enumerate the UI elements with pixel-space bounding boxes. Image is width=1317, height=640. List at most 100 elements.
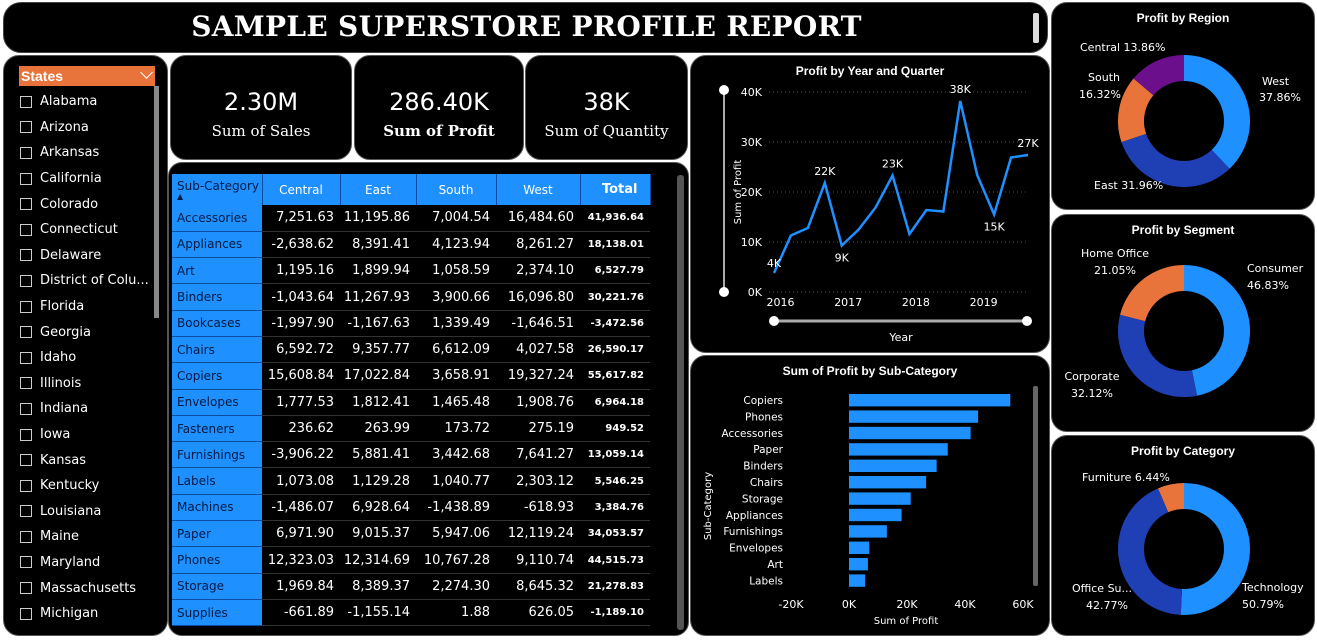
slice-label: 50.79% (1242, 598, 1284, 611)
column-header[interactable]: East (340, 174, 417, 205)
checkbox[interactable] (20, 95, 32, 108)
table-row[interactable]: Supplies -661.89 -1,155.14 1.88 626.05 -1,189… (172, 599, 650, 627)
slicer-item[interactable]: Idaho (20, 345, 155, 371)
data-label: 22K (814, 165, 836, 178)
slicer-item[interactable]: Arizona (20, 115, 155, 141)
slice-label: Office Su... (1072, 582, 1132, 595)
table-row[interactable]: Storage 1,969.84 8,389.37 2,274.30 8,645.32 2… (172, 573, 650, 600)
bar[interactable] (849, 410, 979, 423)
slicer-header[interactable]: States (19, 66, 155, 86)
chevron-down-icon[interactable] (140, 66, 153, 79)
column-header[interactable]: Total (580, 174, 651, 205)
checkbox[interactable] (20, 530, 32, 543)
checkbox[interactable] (20, 377, 32, 390)
table-row[interactable]: Chairs 6,592.72 9,357.77 6,612.09 4,027.58 26… (172, 336, 650, 364)
checkbox[interactable] (20, 607, 32, 620)
slicer-item[interactable]: Massachusetts (20, 575, 155, 601)
slicer-item[interactable]: District of Colu... (20, 268, 155, 294)
slicer-item[interactable]: Alabama (20, 89, 155, 115)
checkbox[interactable] (20, 505, 32, 518)
checkbox[interactable] (20, 121, 32, 134)
bar[interactable] (849, 558, 868, 571)
checkbox[interactable] (20, 249, 32, 262)
bar[interactable] (849, 426, 971, 440)
table-row[interactable]: Labels 1,073.08 1,129.28 1,040.77 2,303.12 5,… (172, 467, 650, 495)
slider-handle[interactable] (719, 287, 729, 297)
table-row[interactable]: Fasteners 236.62 263.99 173.72 275.19 949.52 (172, 415, 650, 443)
donut-slice[interactable] (1118, 314, 1198, 397)
donut-slice[interactable] (1184, 265, 1250, 396)
table-cell: -1,167.63 (340, 310, 416, 337)
slicer-item[interactable]: Illinois (20, 371, 155, 397)
bar[interactable] (849, 508, 902, 522)
slicer-item[interactable]: Maine (20, 524, 155, 550)
checkbox[interactable] (20, 454, 32, 467)
bar[interactable] (849, 541, 870, 554)
table-row[interactable]: Appliances -2,638.62 8,391.41 4,123.94 8,261… (172, 231, 650, 259)
table-row[interactable]: Envelopes 1,777.53 1,812.41 1,465.48 1,908.7… (172, 389, 650, 416)
column-header[interactable]: Central (262, 174, 341, 205)
slicer-item[interactable]: Kentucky (20, 473, 155, 499)
checkbox[interactable] (20, 326, 32, 339)
checkbox[interactable] (20, 274, 32, 287)
donut-slice[interactable] (1184, 55, 1250, 169)
slicer-item[interactable]: Colorado (20, 191, 155, 217)
slider-handle[interactable] (1022, 316, 1032, 326)
slider-handle[interactable] (719, 85, 729, 95)
slider-handle[interactable] (769, 316, 779, 326)
checkbox[interactable] (20, 146, 32, 159)
slicer-scrollbar[interactable] (154, 86, 159, 318)
table-row[interactable]: Paper 6,971.90 9,015.37 5,947.06 12,119.24 34… (172, 520, 650, 548)
table-row[interactable]: Binders -1,043.64 11,267.93 3,900.66 16,096.… (172, 283, 650, 311)
slicer-item[interactable]: Michigan (20, 601, 155, 627)
bar[interactable] (849, 443, 948, 456)
table-row[interactable]: Accessories 7,251.63 11,195.86 7,004.54 16,4… (172, 205, 650, 232)
bar[interactable] (849, 574, 866, 587)
column-header[interactable]: South (416, 174, 497, 205)
checkbox[interactable] (20, 223, 32, 236)
table-row[interactable]: Bookcases -1,997.90 -1,167.63 1,339.49 -1,64… (172, 310, 650, 337)
slicer-item[interactable]: Maryland (20, 550, 155, 576)
sort-arrow-icon[interactable]: ▲ (177, 192, 262, 201)
checkbox[interactable] (20, 582, 32, 595)
checkbox[interactable] (20, 172, 32, 185)
column-header[interactable]: Sub-Category ▲ (172, 174, 263, 205)
bar[interactable] (849, 525, 887, 538)
y-tick-label: Accessories (721, 428, 783, 440)
table-row[interactable]: Art 1,195.16 1,899.94 1,058.59 2,374.10 6,527… (172, 257, 650, 285)
slicer-item[interactable]: California (20, 166, 155, 192)
scroll-grip[interactable] (1033, 13, 1039, 43)
checkbox[interactable] (20, 198, 32, 211)
table-scrollbar[interactable] (677, 175, 684, 630)
checkbox[interactable] (20, 402, 32, 415)
slicer-item[interactable]: Georgia (20, 319, 155, 345)
table-row[interactable]: Machines -1,486.07 6,928.64 -1,438.89 -618.9… (172, 494, 650, 522)
slicer-item[interactable]: Kansas (20, 447, 155, 473)
checkbox[interactable] (20, 300, 32, 313)
slicer-item[interactable]: Louisiana (20, 499, 155, 525)
bar[interactable] (849, 476, 927, 489)
bar[interactable] (849, 459, 937, 472)
slicer-item[interactable]: Iowa (20, 422, 155, 448)
column-header[interactable]: West (496, 174, 581, 205)
bar[interactable] (849, 492, 911, 505)
checkbox[interactable] (20, 351, 32, 364)
slicer-item[interactable]: Florida (20, 294, 155, 320)
slicer-item[interactable]: Arkansas (20, 140, 155, 166)
slicer-item[interactable]: Indiana (20, 396, 155, 422)
table-row[interactable]: Copiers 15,608.84 17,022.84 3,658.91 19,327.… (172, 362, 650, 390)
chart-scrollbar[interactable] (1033, 386, 1038, 586)
bar[interactable] (849, 394, 1011, 407)
donut-slice[interactable] (1180, 483, 1250, 615)
series-line[interactable] (772, 100, 1029, 274)
line-chart-svg: 0K 10K 20K 30K 40K 2016 2017 2018 2019 Year Sum of… (719, 83, 1039, 344)
table-cell: 21,278.83 (580, 573, 650, 600)
checkbox[interactable] (20, 479, 32, 492)
table-row[interactable]: Furnishings -3,906.22 5,881.41 3,442.68 7,64… (172, 441, 650, 469)
slicer-item[interactable]: Connecticut (20, 217, 155, 243)
table-row[interactable]: Phones 12,323.03 12,314.69 10,767.28 9,110.7… (172, 546, 650, 574)
table-cell: 5,881.41 (340, 441, 416, 469)
slicer-item[interactable]: Delaware (20, 243, 155, 269)
checkbox[interactable] (20, 556, 32, 569)
checkbox[interactable] (20, 428, 32, 441)
